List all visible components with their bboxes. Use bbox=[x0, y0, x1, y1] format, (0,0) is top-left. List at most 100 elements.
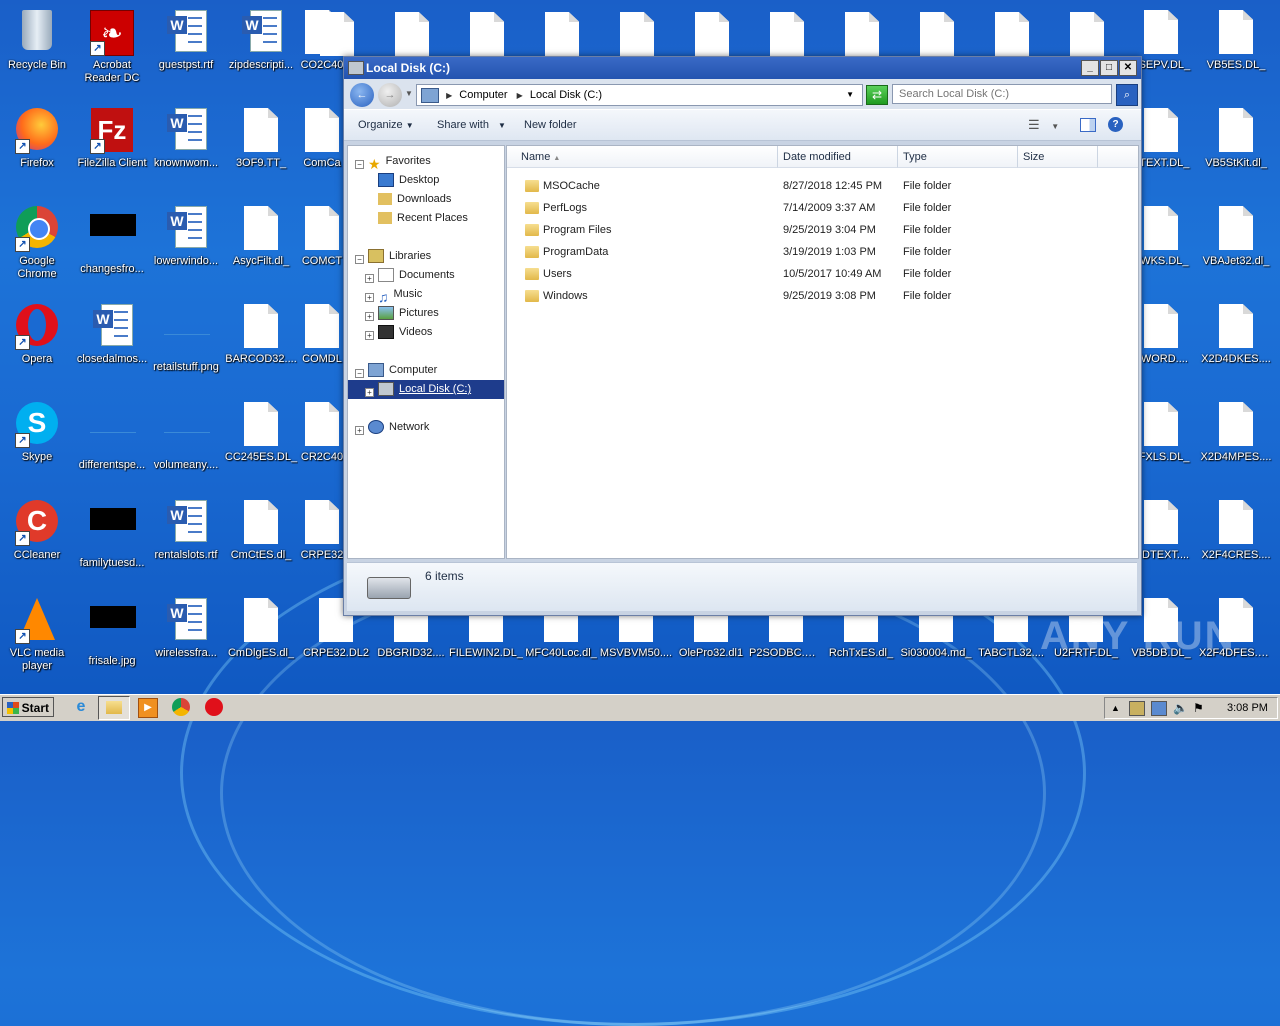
column-header-type[interactable]: Type bbox=[898, 146, 1018, 168]
desktop-icon-vb5es[interactable]: VB5ES.DL_ bbox=[1199, 6, 1273, 92]
desktop-icon-x2d4mpes[interactable]: X2D4MPES.... bbox=[1199, 398, 1273, 484]
desktop-icon-acrobat[interactable]: ❧ ↗ Acrobat Reader DC bbox=[75, 6, 149, 92]
action-center-flag-icon[interactable]: ⚑ bbox=[1193, 698, 1204, 718]
table-row[interactable]: ProgramData 3/19/2019 1:03 PM File folder bbox=[507, 241, 1138, 263]
internet-explorer-icon[interactable]: e bbox=[72, 698, 90, 716]
collapse-computer-toggle[interactable]: − bbox=[355, 369, 364, 378]
file-icon[interactable] bbox=[395, 12, 429, 56]
desktop-icon-x2f4cres[interactable]: X2F4CRES.... bbox=[1199, 496, 1273, 582]
minimize-button[interactable]: _ bbox=[1081, 60, 1099, 76]
media-player-icon[interactable]: ▶ bbox=[138, 698, 158, 718]
show-hidden-icons-icon[interactable]: ▲ bbox=[1111, 698, 1120, 718]
nav-local-disk[interactable]: Local Disk (C:) bbox=[378, 380, 471, 399]
desktop-icon-barcod32[interactable]: BARCOD32.... bbox=[224, 300, 298, 386]
file-icon[interactable] bbox=[545, 12, 579, 56]
file-icon[interactable] bbox=[620, 12, 654, 56]
desktop-icon-vbajet32[interactable]: VBAJet32.dl_ bbox=[1199, 202, 1273, 288]
expand-localdisk-toggle[interactable]: + bbox=[365, 388, 374, 397]
file-icon[interactable] bbox=[920, 12, 954, 56]
nav-music[interactable]: ♫ Music bbox=[378, 285, 422, 305]
table-row[interactable]: Users 10/5/2017 10:49 AM File folder bbox=[507, 263, 1138, 285]
desktop-icon-x2d4dkes[interactable]: X2D4DKES.... bbox=[1199, 300, 1273, 386]
table-row[interactable]: PerfLogs 7/14/2009 3:37 AM File folder bbox=[507, 197, 1138, 219]
explorer-window[interactable]: Local Disk (C:) _ □ ✕ ← → ▼ ▶ Computer ▶… bbox=[343, 56, 1142, 616]
nav-desktop[interactable]: Desktop bbox=[378, 171, 439, 190]
desktop-icon-comct[interactable]: COMCT bbox=[299, 202, 345, 288]
desktop-icon-opera[interactable]: ↗ Opera bbox=[0, 300, 74, 386]
nav-recent-places[interactable]: Recent Places bbox=[378, 209, 468, 228]
nav-network[interactable]: Network bbox=[368, 418, 429, 437]
preview-pane-icon[interactable] bbox=[1080, 118, 1096, 132]
desktop-icon-wirelessfra[interactable]: Wwirelessfra... bbox=[149, 594, 223, 680]
maximize-button[interactable]: □ bbox=[1100, 60, 1118, 76]
history-dropdown-icon[interactable]: ▼ bbox=[405, 89, 413, 98]
nav-documents[interactable]: Documents bbox=[378, 266, 455, 285]
network-tray-icon[interactable] bbox=[1151, 701, 1167, 716]
help-icon[interactable]: ? bbox=[1108, 117, 1123, 132]
desktop-icon-differentspe[interactable]: differentspe... bbox=[75, 398, 149, 484]
desktop-icon-zipdescripti[interactable]: Wzipdescripti... bbox=[224, 6, 298, 92]
file-icon[interactable] bbox=[845, 12, 879, 56]
desktop-icon-vb5stkit[interactable]: VB5StKit.dl_ bbox=[1199, 104, 1273, 190]
desktop-icon-ccleaner[interactable]: C ↗ CCleaner bbox=[0, 496, 74, 582]
volume-icon[interactable]: 🔈 bbox=[1173, 698, 1188, 718]
nav-pictures[interactable]: Pictures bbox=[378, 304, 439, 323]
desktop-icon-closedalmos[interactable]: Wclosedalmos... bbox=[75, 300, 149, 386]
new-folder-button[interactable]: New folder bbox=[524, 110, 577, 140]
table-row[interactable]: MSOCache 8/27/2018 12:45 PM File folder bbox=[507, 175, 1138, 197]
organize-menu[interactable]: Organize ▼ bbox=[358, 110, 414, 141]
desktop-icon-comca[interactable]: ComCa bbox=[299, 104, 345, 190]
desktop-icon-volumeany[interactable]: volumeany.... bbox=[149, 398, 223, 484]
expand-videos-toggle[interactable]: + bbox=[365, 331, 374, 340]
desktop-icon-vlc[interactable]: ↗ VLC media player bbox=[0, 594, 74, 680]
desktop-icon-cmctes[interactable]: CmCtES.dl_ bbox=[224, 496, 298, 582]
search-input[interactable] bbox=[892, 84, 1112, 104]
desktop-icon-lowerwindo[interactable]: Wlowerwindo... bbox=[149, 202, 223, 288]
desktop-icon-chrome[interactable]: ↗ Google Chrome bbox=[0, 202, 74, 288]
file-icon[interactable] bbox=[470, 12, 504, 56]
desktop-icon-filezilla[interactable]: Fz ↗ FileZilla Client bbox=[75, 104, 149, 190]
file-icon[interactable] bbox=[320, 12, 354, 56]
nav-computer[interactable]: Computer bbox=[368, 361, 437, 380]
desktop-icon-firefox[interactable]: ↗ Firefox bbox=[0, 104, 74, 190]
forward-button[interactable]: → bbox=[378, 83, 402, 107]
desktop-icon-knownwom[interactable]: Wknownwom... bbox=[149, 104, 223, 190]
desktop-icon-recycle-bin[interactable]: Recycle Bin bbox=[0, 6, 74, 92]
nav-downloads[interactable]: Downloads bbox=[378, 190, 451, 209]
file-icon[interactable] bbox=[770, 12, 804, 56]
file-icon[interactable] bbox=[695, 12, 729, 56]
collapse-favorites-toggle[interactable]: − bbox=[355, 160, 364, 169]
close-button[interactable]: ✕ bbox=[1119, 60, 1137, 76]
column-header-size[interactable]: Size bbox=[1018, 146, 1098, 168]
desktop-icon-cmdlges[interactable]: CmDlgES.dl_ bbox=[224, 594, 298, 680]
nav-videos[interactable]: Videos bbox=[378, 323, 432, 342]
search-button[interactable]: ⌕ bbox=[1116, 84, 1138, 106]
file-icon[interactable] bbox=[1070, 12, 1104, 56]
desktop-icon-skype[interactable]: S ↗ Skype bbox=[0, 398, 74, 484]
desktop-icon-rentalslots[interactable]: Wrentalslots.rtf bbox=[149, 496, 223, 582]
share-with-menu[interactable]: Share with ▼ bbox=[437, 110, 506, 141]
collapse-libraries-toggle[interactable]: − bbox=[355, 255, 364, 264]
address-part-computer[interactable]: Computer bbox=[459, 89, 507, 101]
table-row[interactable]: Windows 9/25/2019 3:08 PM File folder bbox=[507, 285, 1138, 307]
desktop-icon-retailstuff[interactable]: retailstuff.png bbox=[149, 300, 223, 386]
table-row[interactable]: Program Files 9/25/2019 3:04 PM File folde… bbox=[507, 219, 1138, 241]
desktop-icon-cc245es[interactable]: CC245ES.DL_ bbox=[224, 398, 298, 484]
expand-pictures-toggle[interactable]: + bbox=[365, 312, 374, 321]
desktop-icon-familytuesd[interactable]: familytuesd... bbox=[75, 496, 149, 582]
opera-taskbar-icon[interactable] bbox=[205, 698, 223, 716]
view-options-icon[interactable]: ☰ ▼ bbox=[1028, 110, 1059, 142]
expand-network-toggle[interactable]: + bbox=[355, 426, 364, 435]
tray-app-icon[interactable] bbox=[1129, 701, 1145, 716]
address-part-localdisk[interactable]: Local Disk (C:) bbox=[530, 89, 602, 101]
refresh-button[interactable]: ⇄ bbox=[866, 85, 888, 105]
window-titlebar[interactable]: Local Disk (C:) _ □ ✕ bbox=[344, 57, 1141, 79]
desktop-icon-crpe32[interactable]: CRPE32 bbox=[299, 496, 345, 582]
clock[interactable]: 3:08 PM bbox=[1227, 698, 1268, 718]
chrome-taskbar-icon[interactable] bbox=[172, 698, 190, 716]
desktop-icon-cr2c40[interactable]: CR2C40 bbox=[299, 398, 345, 484]
column-header-name[interactable]: Name ▲ bbox=[507, 146, 778, 168]
back-button[interactable]: ← bbox=[350, 83, 374, 107]
address-bar[interactable]: ▶ Computer ▶ Local Disk (C:) ▼ bbox=[416, 84, 863, 106]
nav-favorites[interactable]: ★ Favorites bbox=[368, 152, 431, 172]
